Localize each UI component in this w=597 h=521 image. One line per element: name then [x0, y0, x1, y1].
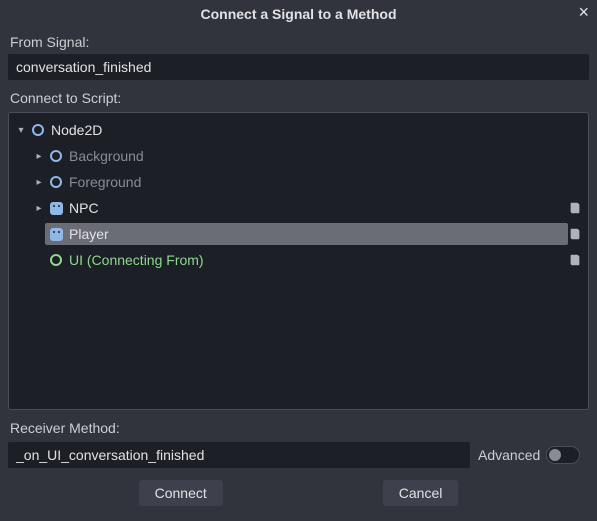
- node-label: Player: [69, 226, 109, 242]
- tree-node[interactable]: ▾ Node2D: [9, 117, 588, 143]
- close-icon[interactable]: ×: [578, 3, 589, 21]
- dialog-title: Connect a Signal to a Method: [200, 6, 396, 22]
- node2d-icon: [31, 123, 45, 137]
- sprite-icon: [49, 201, 63, 215]
- connect-button[interactable]: Connect: [139, 480, 223, 506]
- chevron-right-icon[interactable]: ▸: [33, 177, 45, 188]
- from-signal-label: From Signal:: [0, 28, 597, 54]
- script-icon[interactable]: [568, 201, 582, 215]
- sprite-icon: [49, 227, 63, 241]
- signal-name-field: [8, 54, 589, 80]
- script-icon[interactable]: [568, 253, 582, 267]
- tree-node[interactable]: ▸ Background: [9, 143, 588, 169]
- toggle-knob: [549, 449, 561, 461]
- receiver-method-label: Receiver Method:: [0, 414, 597, 440]
- cancel-button[interactable]: Cancel: [383, 480, 459, 506]
- tree-node[interactable]: Player: [9, 221, 588, 247]
- node2d-icon: [49, 149, 63, 163]
- chevron-down-icon[interactable]: ▾: [15, 125, 27, 136]
- node2d-icon: [49, 175, 63, 189]
- node-label: UI (Connecting From): [69, 252, 204, 268]
- tree-node[interactable]: ▸ Foreground: [9, 169, 588, 195]
- node-label: Foreground: [69, 174, 141, 190]
- script-icon[interactable]: [568, 227, 582, 241]
- node-label: Node2D: [51, 122, 102, 138]
- tree-node[interactable]: ▸ NPC: [9, 195, 588, 221]
- chevron-right-icon[interactable]: ▸: [33, 151, 45, 162]
- node-label: Background: [69, 148, 144, 164]
- chevron-right-icon[interactable]: ▸: [33, 203, 45, 214]
- advanced-label: Advanced: [478, 447, 540, 463]
- tree-node[interactable]: UI (Connecting From): [9, 247, 588, 273]
- node-label: NPC: [69, 200, 99, 216]
- node-tree[interactable]: ▾ Node2D ▸ Background ▸ Foreground ▸ NPC Player U…: [8, 112, 589, 410]
- connect-to-script-label: Connect to Script:: [0, 84, 597, 110]
- receiver-method-field[interactable]: [8, 442, 470, 468]
- control-node-icon: [49, 253, 63, 267]
- dialog-titlebar: Connect a Signal to a Method ×: [0, 0, 597, 28]
- advanced-toggle[interactable]: [546, 446, 580, 464]
